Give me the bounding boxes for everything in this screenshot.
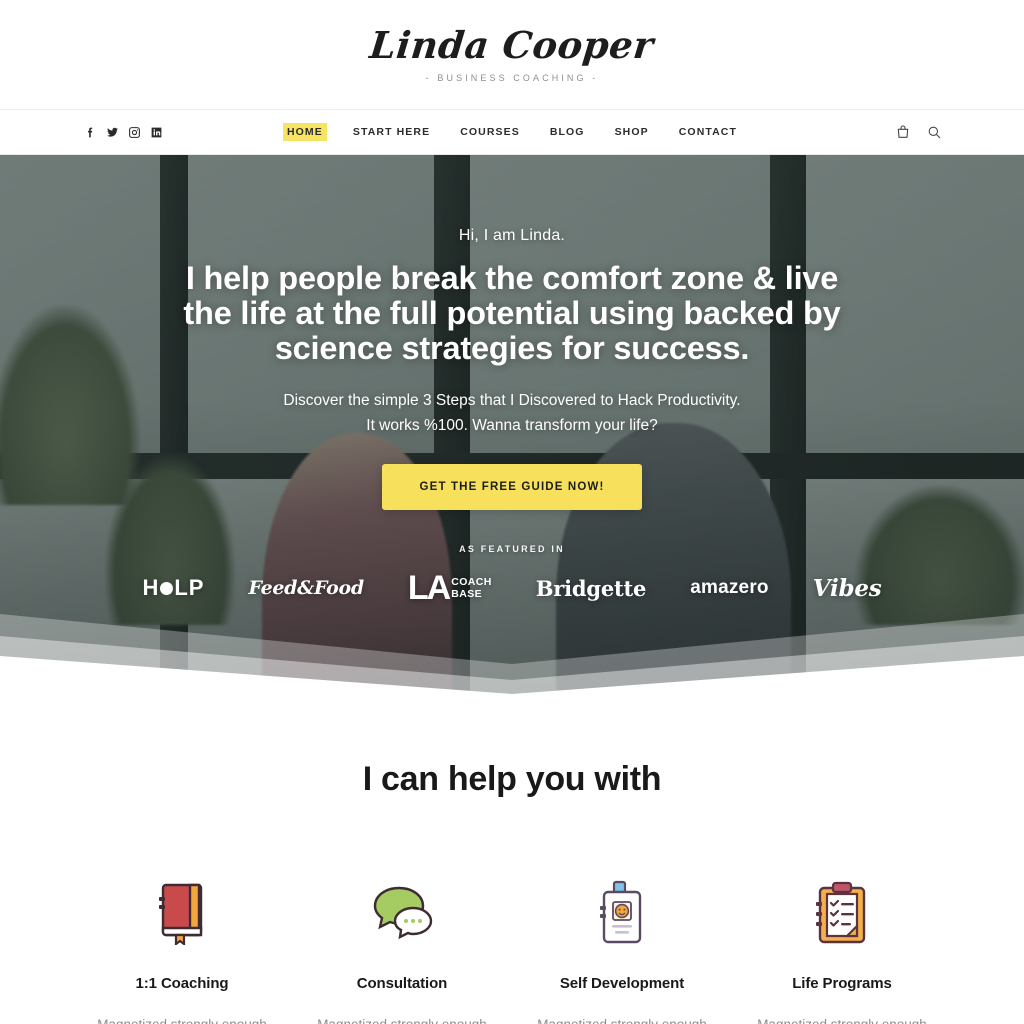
service-card[interactable]: Life Programs Magnetized strongly enough… (732, 877, 952, 1024)
service-desc-line-1: Magnetized strongly enough (302, 1012, 502, 1024)
as-featured-in-label: AS FEATURED IN (459, 544, 565, 554)
hero-subtext-line-2: It works %100. Wanna transform your life… (366, 417, 658, 434)
services-section: I can help you with 1:1 Coaching Magneti… (0, 700, 1024, 1024)
hero-content: Hi, I am Linda. I help people break the … (0, 155, 1024, 510)
service-desc-line-1: Magnetized strongly enough (742, 1012, 942, 1024)
nav-item-contact[interactable]: CONTACT (675, 123, 741, 141)
service-description: Magnetized strongly enough pre vending d… (742, 1012, 942, 1024)
hero-wave-divider (0, 614, 1024, 700)
hero-kicker: Hi, I am Linda. (458, 227, 566, 244)
clipboard-checklist-icon (732, 877, 952, 949)
linkedin-icon[interactable] (150, 126, 163, 139)
nav-item-start-here[interactable]: START HERE (349, 123, 434, 141)
nav-actions (895, 124, 942, 140)
shopping-bag-icon[interactable] (895, 124, 911, 140)
site-logo[interactable]: Linda Cooper (368, 23, 656, 67)
hero-subtext: Discover the simple 3 Steps that I Disco… (192, 388, 832, 438)
services-card-row: 1:1 Coaching Magnetized strongly enough … (0, 877, 1024, 1024)
la-coach-base-line-1: COACH (451, 576, 492, 588)
services-title: I can help you with (362, 760, 662, 798)
service-title: Self Development (559, 975, 685, 992)
hero-subtext-line-1: Discover the simple 3 Steps that I Disco… (283, 392, 741, 409)
hero-section: Hi, I am Linda. I help people break the … (0, 155, 1024, 700)
id-badge-icon (512, 877, 732, 949)
nav-item-home[interactable]: HOME (282, 123, 327, 141)
service-desc-line-1: Magnetized strongly enough (522, 1012, 722, 1024)
social-links (84, 126, 163, 139)
nav-item-shop[interactable]: SHOP (611, 123, 653, 141)
service-title: 1:1 Coaching (135, 975, 229, 992)
nav-item-blog[interactable]: BLOG (546, 123, 589, 141)
nav-item-courses[interactable]: COURSES (456, 123, 524, 141)
service-description: Magnetized strongly enough pre vending d… (82, 1012, 282, 1024)
site-tagline: - BUSINESS COACHING - (425, 73, 599, 84)
instagram-icon[interactable] (128, 126, 141, 139)
chat-bubbles-icon (292, 877, 512, 949)
service-title: Consultation (356, 975, 448, 992)
service-card[interactable]: Self Development Magnetized strongly eno… (512, 877, 732, 1024)
service-card[interactable]: 1:1 Coaching Magnetized strongly enough … (72, 877, 292, 1024)
service-description: Magnetized strongly enough pre vending d… (302, 1012, 502, 1024)
service-title: Life Programs (792, 975, 892, 992)
search-icon[interactable] (926, 124, 942, 140)
service-description: Magnetized strongly enough pre vending d… (522, 1012, 722, 1024)
nav-menu: HOME START HERE COURSES BLOG SHOP CONTAC… (282, 123, 741, 141)
twitter-icon[interactable] (106, 126, 119, 139)
service-card[interactable]: Consultation Magnetized strongly enough … (292, 877, 512, 1024)
site-header: Linda Cooper - BUSINESS COACHING - (0, 0, 1024, 110)
facebook-icon[interactable] (84, 126, 97, 139)
service-desc-line-1: Magnetized strongly enough (82, 1012, 282, 1024)
get-free-guide-button[interactable]: GET THE FREE GUIDE NOW! (381, 464, 643, 510)
hero-headline: I help people break the comfort zone & l… (183, 260, 841, 366)
main-navigation: HOME START HERE COURSES BLOG SHOP CONTAC… (0, 110, 1024, 155)
book-icon (72, 877, 292, 949)
